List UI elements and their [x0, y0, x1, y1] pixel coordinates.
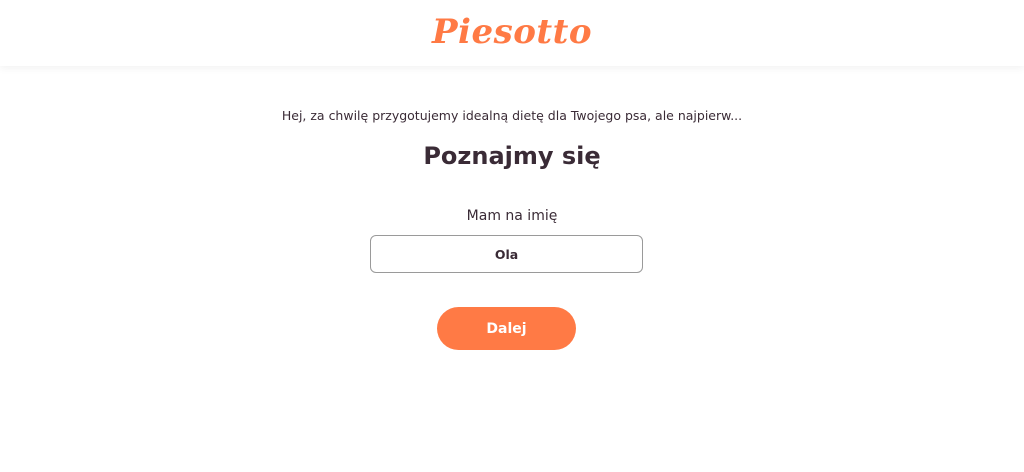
onboarding-step: Hej, za chwilę przygotujemy idealną diet…	[0, 66, 1024, 472]
intro-text: Hej, za chwilę przygotujemy idealną diet…	[281, 108, 743, 123]
name-label: Mam na imię	[466, 208, 558, 224]
next-button[interactable]: Dalej	[437, 307, 576, 350]
site-header: Piesotto	[0, 0, 1024, 66]
name-input[interactable]	[370, 235, 643, 273]
piesotto-logo[interactable]: Piesotto	[432, 12, 592, 52]
page-title: Poznajmy się	[423, 142, 601, 170]
